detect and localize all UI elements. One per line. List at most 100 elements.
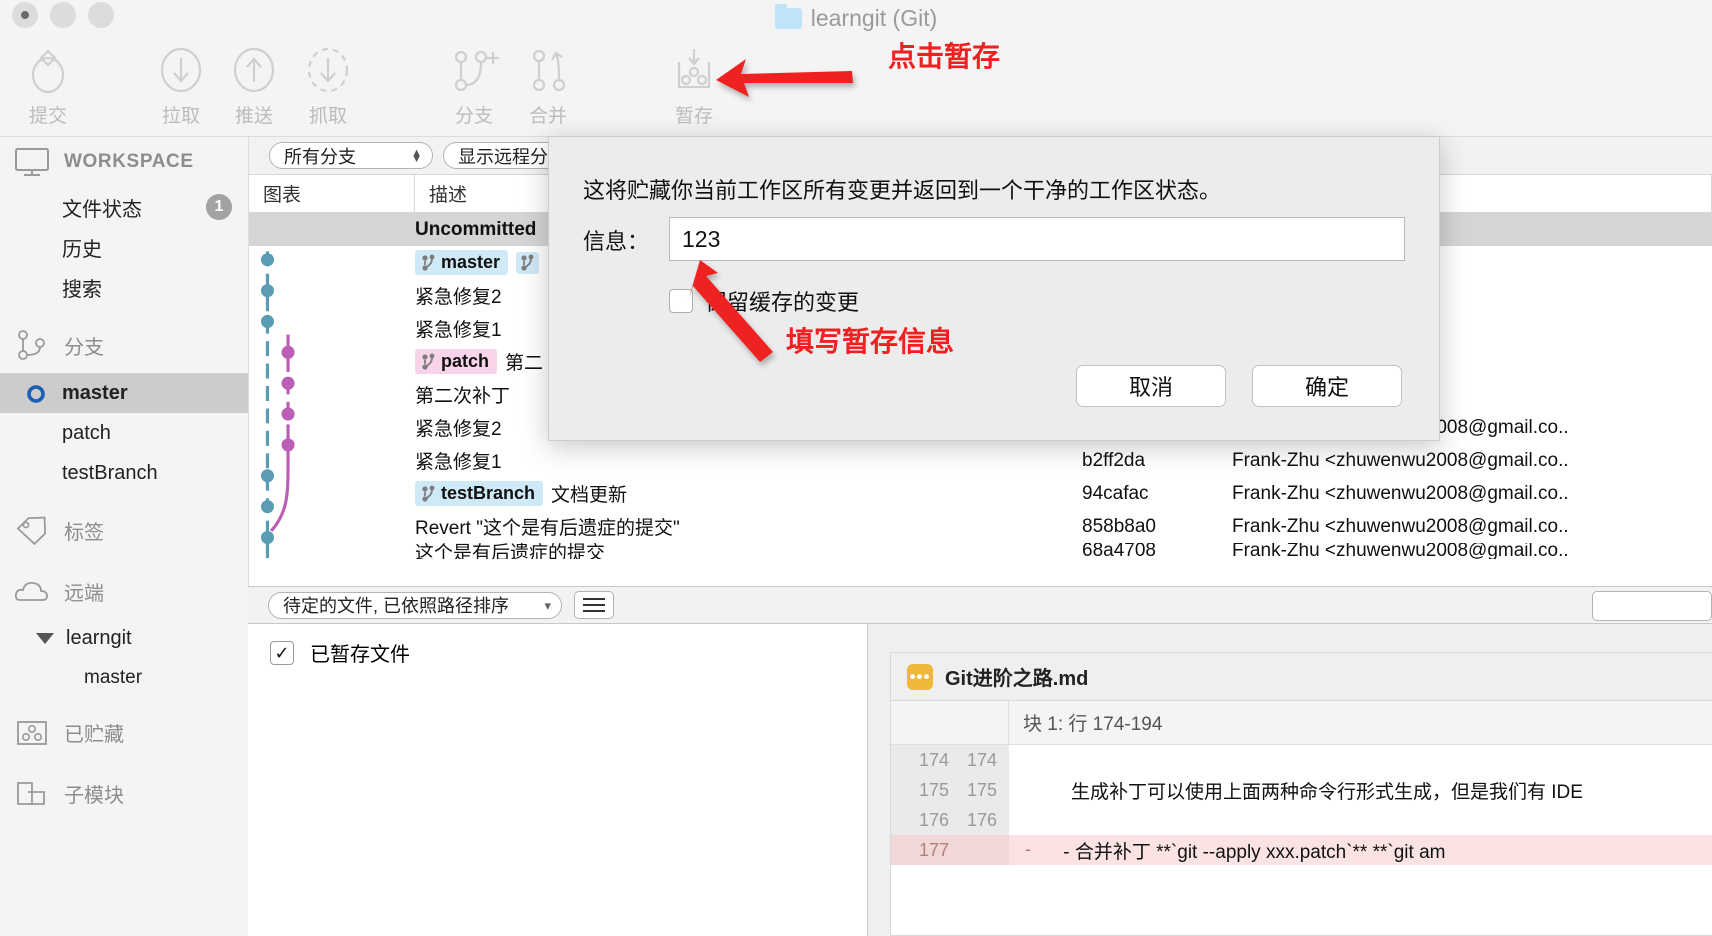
sidebar-item-label: patch [62, 421, 111, 444]
staged-files-row[interactable]: ✓ 已暂存文件 [248, 624, 867, 667]
sidebar-item-remote-branch-master[interactable]: master [0, 658, 248, 698]
search-input[interactable] [1592, 591, 1712, 621]
merge-icon [503, 42, 593, 98]
sidebar-header-remotes[interactable]: 远端 [0, 565, 248, 618]
table-row[interactable]: 紧急修复1 b2ff2da Frank-Zhu <zhuwenwu2008@gm… [249, 444, 1712, 477]
row-hash: 94cafac [1082, 482, 1149, 504]
staged-files-label: 已暂存文件 [310, 644, 410, 666]
sidebar-item-remote-learngit[interactable]: learngit [0, 618, 248, 658]
markdown-icon: ••• [907, 663, 933, 690]
sidebar-header-branches: 分支 [0, 317, 248, 373]
branch-icon [422, 353, 435, 370]
file-list-toolbar: 待定的文件, 已依照路径排序 ▾ [248, 586, 1712, 624]
sidebar-item-branch-master[interactable]: master [0, 373, 248, 413]
sidebar-item-branch-testbranch[interactable]: testBranch [0, 453, 248, 493]
row-description: 紧急修复1 [415, 452, 502, 473]
diff-line-content: 生成补丁可以使用上面两种命令行形式生成，但是我们有 IDE [1071, 781, 1583, 803]
row-graph-cell [249, 444, 415, 477]
tag-icon [16, 516, 47, 545]
row-graph-cell [249, 246, 415, 279]
row-graph-cell [249, 378, 415, 411]
sidebar-item-history[interactable]: 历史 [0, 227, 248, 267]
row-graph-cell [249, 345, 415, 378]
file-sort-select[interactable]: 待定的文件, 已依照路径排序 ▾ [268, 591, 562, 619]
sidebar-header-tags-label: 标签 [64, 521, 104, 544]
branch-icon [521, 254, 534, 271]
diff-line-text: 生成补丁可以使用上面两种命令行形式生成，但是我们有 IDE [1009, 775, 1712, 805]
sidebar-item-search[interactable]: 搜索 [0, 267, 248, 307]
diff-new-line: 175 [966, 779, 997, 800]
window-title-text: learngit (Git) [810, 4, 938, 31]
table-row[interactable]: testBranch 文档更新 94cafac Frank-Zhu <zhuwe… [249, 477, 1712, 510]
diff-line-numbers: 176 176 [891, 805, 1009, 835]
staged-files-panel: ✓ 已暂存文件 [248, 624, 868, 936]
cancel-button[interactable]: 取消 [1076, 365, 1226, 407]
staged-files-checkbox[interactable]: ✓ [270, 640, 294, 665]
diff-line: 175 175 生成补丁可以使用上面两种命令行形式生成，但是我们有 IDE [891, 775, 1712, 805]
stash-message-input[interactable] [669, 217, 1405, 261]
diff-line: 176 176 [891, 805, 1712, 835]
submodule-icon [17, 781, 45, 805]
current-branch-icon [26, 384, 46, 410]
sidebar-header-tags[interactable]: 标签 [0, 503, 248, 557]
diff-line: 177 - - 合并补丁 **`git --apply xxx.patch`**… [891, 835, 1712, 865]
toolbar-button-stash[interactable]: 暂存 [649, 42, 739, 128]
chevron-updown-icon: ▲ ▼ [411, 146, 422, 165]
ref-tag-secondary[interactable] [516, 251, 540, 274]
chevron-down-icon: ▾ [544, 597, 551, 613]
sidebar-item-branch-patch[interactable]: patch [0, 413, 248, 453]
branch-icon [18, 330, 45, 360]
sidebar-item-label: learngit [66, 626, 132, 649]
diff-line-text: - - 合并补丁 **`git --apply xxx.patch`** **`… [1009, 835, 1712, 865]
keep-staged-changes-checkbox[interactable] [669, 289, 693, 313]
diff-panel: ••• Git进阶之路.md 块 1: 行 174-194 174 174 17… [868, 624, 1712, 936]
row-description-text: 第二 [505, 353, 544, 374]
confirm-button[interactable]: 确定 [1252, 365, 1402, 407]
sidebar-item-label: testBranch [62, 461, 158, 484]
main-toolbar: 提交 拉取 推送 抓取 分支 合并 暂存 [0, 36, 1712, 136]
diff-hunk-gutter [891, 701, 1009, 744]
toolbar-button-commit[interactable]: 提交 [3, 42, 93, 128]
branch-icon [422, 254, 435, 271]
diff-file-header[interactable]: ••• Git进阶之路.md [891, 653, 1712, 701]
row-description-text: 文档更新 [551, 485, 628, 506]
toolbar-label-merge: 合并 [528, 106, 567, 127]
toolbar-label-fetch: 抓取 [308, 106, 347, 127]
sidebar-item-label: 搜索 [62, 278, 102, 301]
row-hash: 68a4708 [1082, 543, 1156, 559]
row-author: Frank-Zhu <zhuwenwu2008@gmail.co.. [1232, 449, 1569, 471]
diff-line-numbers: 177 [891, 835, 1009, 865]
commit-icon [3, 42, 93, 98]
row-hash: 858b8a0 [1082, 515, 1156, 537]
ref-tag-label: master [441, 252, 501, 272]
diff-line-numbers: 174 174 [891, 745, 1009, 775]
sidebar-item-label: 历史 [62, 238, 102, 261]
ref-tag-master[interactable]: master [415, 250, 509, 275]
row-description: testBranch 文档更新 [415, 480, 1082, 507]
table-row[interactable]: 这个是有后遗症的提交 68a4708 Frank-Zhu <zhuwenwu20… [249, 543, 1712, 559]
folder-icon [774, 3, 802, 29]
hamburger-icon[interactable] [574, 591, 614, 619]
toolbar-button-merge[interactable]: 合并 [503, 42, 593, 128]
sidebar-header-submodules[interactable]: 子模块 [0, 767, 248, 820]
table-row[interactable]: Revert "这个是有后遗症的提交" 858b8a0 Frank-Zhu <z… [249, 510, 1712, 543]
ref-tag-patch[interactable]: patch [415, 349, 498, 374]
keep-staged-changes-row[interactable]: 保留缓存的变更 [669, 285, 859, 317]
stash-dialog-message: 这将贮藏你当前工作区所有变更并返回到一个干净的工作区状态。 [583, 178, 1222, 203]
sidebar-item-label: master [84, 667, 143, 688]
sidebar-header-workspace: WORKSPACE [0, 137, 248, 187]
title-bar: learngit (Git) [0, 0, 1712, 36]
diff-old-line: 175 [918, 779, 949, 800]
diff-hunk-label: 块 1: 行 174-194 [1023, 714, 1163, 735]
sidebar-header-branches-label: 分支 [64, 336, 104, 359]
ref-tag-testbranch[interactable]: testBranch [415, 481, 544, 506]
window-title: learngit (Git) [0, 0, 1712, 36]
show-remote-branches-label: 显示远程分 [458, 146, 548, 167]
ref-tag-label: testBranch [441, 483, 536, 503]
toolbar-button-fetch[interactable]: 抓取 [283, 42, 373, 128]
column-header-graph[interactable]: 图表 [249, 175, 415, 212]
branch-filter-select[interactable]: 所有分支 ▲ ▼ [269, 142, 433, 169]
sidebar-item-file-status[interactable]: 文件状态 1 [0, 187, 248, 227]
row-graph-cell [249, 213, 415, 246]
sidebar-header-stashes[interactable]: 已贮藏 [0, 706, 248, 759]
